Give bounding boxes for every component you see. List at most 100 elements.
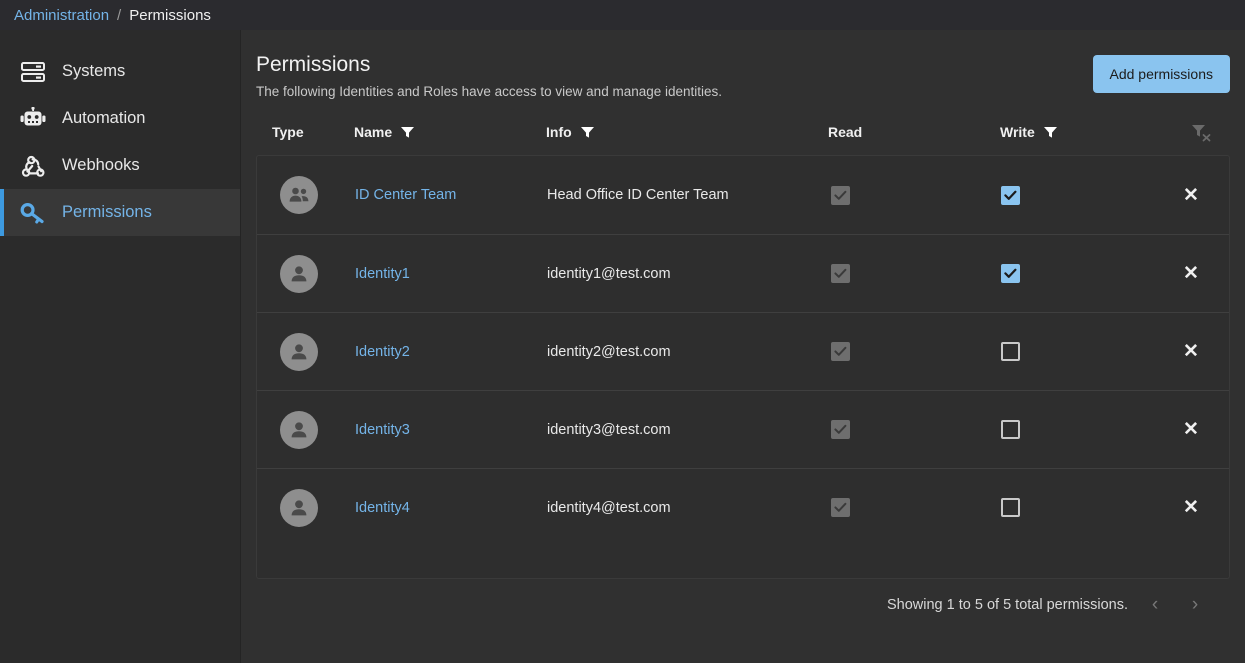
person-avatar (280, 255, 318, 293)
filter-info-icon[interactable] (580, 125, 595, 139)
column-header-actions (1152, 122, 1230, 142)
identity-info: identity2@test.com (547, 344, 671, 360)
clear-filters-icon[interactable] (1190, 122, 1212, 142)
row-type-cell (257, 176, 341, 214)
row-actions-cell: ✕ (1153, 342, 1229, 361)
column-header-info-label: Info (546, 124, 572, 140)
table-header: Type Name Info Read Write (256, 109, 1230, 155)
row-type-cell (257, 333, 341, 371)
column-header-write: Write (986, 124, 1152, 140)
read-checkbox (831, 498, 850, 517)
webhook-icon (20, 153, 46, 179)
key-icon (20, 200, 46, 226)
table-row: Identity2 identity2@test.com ✕ (257, 312, 1229, 390)
row-info-cell: Head Office ID Center Team (537, 186, 817, 204)
pagination-prev-button[interactable]: ‹ (1142, 592, 1168, 618)
identity-link[interactable]: Identity1 (355, 266, 410, 282)
identity-info: identity4@test.com (547, 500, 671, 516)
add-permissions-button[interactable]: Add permissions (1093, 55, 1231, 93)
server-icon (20, 59, 46, 85)
sidebar-item-automation[interactable]: Automation (0, 95, 240, 142)
row-read-cell (817, 498, 987, 517)
person-avatar (280, 333, 318, 371)
filter-write-icon[interactable] (1043, 125, 1058, 139)
filter-name-icon[interactable] (400, 125, 415, 139)
breadcrumb: Administration / Permissions (0, 0, 1245, 30)
table-card-spacer (257, 546, 1229, 578)
row-write-cell (987, 342, 1153, 361)
write-checkbox[interactable] (1001, 264, 1020, 283)
page-header: Permissions The following Identities and… (256, 52, 1230, 99)
remove-permission-button[interactable]: ✕ (1183, 498, 1199, 517)
identity-info: Head Office ID Center Team (547, 187, 729, 203)
remove-permission-button[interactable]: ✕ (1183, 186, 1199, 205)
identity-link[interactable]: Identity4 (355, 500, 410, 516)
permissions-table: ID Center Team Head Office ID Center Tea… (256, 155, 1230, 579)
row-name-cell: Identity3 (341, 421, 537, 439)
table-row: ID Center Team Head Office ID Center Tea… (257, 156, 1229, 234)
read-checkbox (831, 186, 850, 205)
pagination-summary: Showing 1 to 5 of 5 total permissions. (887, 597, 1128, 613)
person-avatar (280, 411, 318, 449)
identity-link[interactable]: Identity2 (355, 344, 410, 360)
sidebar-item-systems[interactable]: Systems (0, 48, 240, 95)
row-name-cell: Identity4 (341, 499, 537, 517)
row-read-cell (817, 342, 987, 361)
row-type-cell (257, 411, 341, 449)
sidebar-item-label: Permissions (62, 203, 152, 222)
robot-icon (20, 106, 46, 132)
sidebar-item-webhooks[interactable]: Webhooks (0, 142, 240, 189)
column-header-type: Type (256, 124, 340, 140)
row-name-cell: Identity1 (341, 265, 537, 283)
table-row: Identity4 identity4@test.com ✕ (257, 468, 1229, 546)
row-actions-cell: ✕ (1153, 498, 1229, 517)
row-write-cell (987, 498, 1153, 517)
row-read-cell (817, 420, 987, 439)
table-footer: Showing 1 to 5 of 5 total permissions. ‹… (256, 579, 1230, 631)
page-subtitle: The following Identities and Roles have … (256, 84, 722, 99)
identity-link[interactable]: Identity3 (355, 422, 410, 438)
write-checkbox[interactable] (1001, 342, 1020, 361)
column-header-info: Info (536, 124, 816, 140)
breadcrumb-link-administration[interactable]: Administration (14, 7, 109, 24)
sidebar-item-permissions[interactable]: Permissions (0, 189, 240, 236)
sidebar-item-label: Webhooks (62, 156, 140, 175)
column-header-read: Read (816, 124, 986, 140)
row-actions-cell: ✕ (1153, 186, 1229, 205)
person-avatar (280, 489, 318, 527)
app-body: Systems Automation (0, 30, 1245, 663)
main-content: Permissions The following Identities and… (241, 30, 1245, 663)
remove-permission-button[interactable]: ✕ (1183, 264, 1199, 283)
row-write-cell (987, 420, 1153, 439)
column-header-name: Name (340, 124, 536, 140)
row-write-cell (987, 264, 1153, 283)
read-checkbox (831, 342, 850, 361)
row-type-cell (257, 255, 341, 293)
row-name-cell: ID Center Team (341, 186, 537, 204)
pagination-next-button[interactable]: › (1182, 592, 1208, 618)
identity-info: identity1@test.com (547, 266, 671, 282)
write-checkbox[interactable] (1001, 420, 1020, 439)
sidebar-item-label: Systems (62, 62, 125, 81)
identity-link[interactable]: ID Center Team (355, 187, 456, 203)
column-header-name-label: Name (354, 124, 392, 140)
write-checkbox[interactable] (1001, 498, 1020, 517)
breadcrumb-current-permissions: Permissions (129, 7, 211, 24)
read-checkbox (831, 264, 850, 283)
row-actions-cell: ✕ (1153, 264, 1229, 283)
row-actions-cell: ✕ (1153, 420, 1229, 439)
sidebar-item-label: Automation (62, 109, 145, 128)
row-info-cell: identity4@test.com (537, 499, 817, 517)
table-row: Identity3 identity3@test.com ✕ (257, 390, 1229, 468)
write-checkbox[interactable] (1001, 186, 1020, 205)
table-row: Identity1 identity1@test.com ✕ (257, 234, 1229, 312)
remove-permission-button[interactable]: ✕ (1183, 420, 1199, 439)
row-write-cell (987, 186, 1153, 205)
row-read-cell (817, 186, 987, 205)
column-header-write-label: Write (1000, 124, 1035, 140)
row-read-cell (817, 264, 987, 283)
column-header-read-label: Read (828, 124, 862, 140)
row-info-cell: identity2@test.com (537, 343, 817, 361)
page-title: Permissions (256, 52, 722, 78)
remove-permission-button[interactable]: ✕ (1183, 342, 1199, 361)
